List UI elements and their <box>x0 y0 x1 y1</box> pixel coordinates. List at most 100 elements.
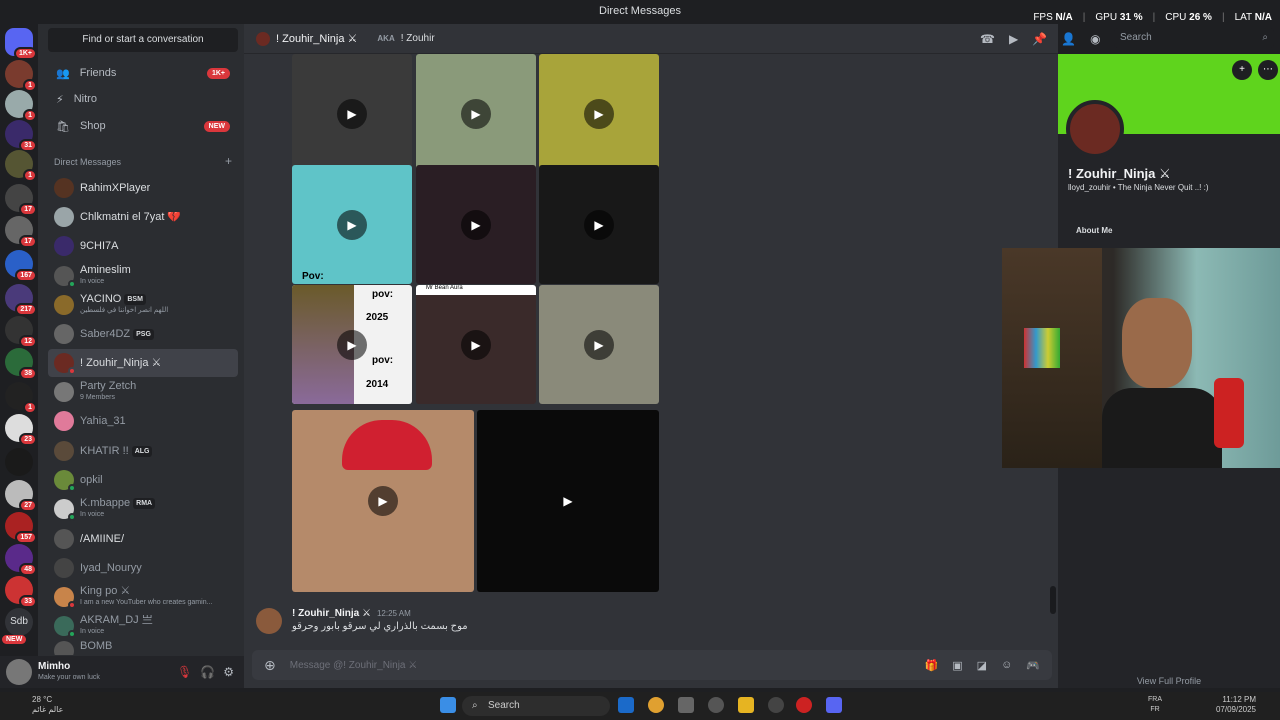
play-icon[interactable]: ▶ <box>461 329 491 360</box>
settings-icon[interactable]: ⚙ <box>223 665 234 679</box>
video-attachment[interactable]: Mr Bean Aura ▶ <box>416 285 536 404</box>
message-composer[interactable]: ⊕ Message @! Zouhir_Ninja ⚔ 🎁 ▣ ◪ ☺ 🎮 <box>252 650 1052 680</box>
discord-icon[interactable] <box>826 697 842 713</box>
avatar[interactable] <box>6 659 32 685</box>
profile-avatar[interactable] <box>1066 100 1124 158</box>
video-icon[interactable]: ▶ <box>1009 32 1018 46</box>
play-icon[interactable]: ▶ <box>337 209 367 240</box>
search-input[interactable]: Search ⌕ <box>1114 28 1274 48</box>
server-icon[interactable]: 38 <box>5 348 37 380</box>
steam-icon[interactable] <box>618 697 634 713</box>
server-icon[interactable]: 33 <box>5 576 37 608</box>
play-icon[interactable]: ▶ <box>584 98 614 129</box>
server-sdb[interactable]: Sdb <box>5 608 33 636</box>
server-icon[interactable]: 17 <box>5 184 37 216</box>
server-icon[interactable]: 31 <box>5 120 37 152</box>
app-icon[interactable] <box>768 697 784 713</box>
dm-item[interactable]: Party Zetch 9 Members <box>48 378 238 406</box>
view-full-profile-link[interactable]: View Full Profile <box>1058 676 1280 686</box>
emoji-icon[interactable]: ☺ <box>1001 659 1012 672</box>
nav-nitro[interactable]: ⚡ Nitro <box>48 86 238 112</box>
dm-item[interactable]: AKRAM_DJ 亗 In voice <box>48 612 238 640</box>
video-attachment[interactable]: ▶ <box>416 54 536 173</box>
play-icon[interactable]: ▶ <box>337 329 367 360</box>
play-icon[interactable]: ▶ <box>553 486 583 516</box>
dm-item[interactable]: Chlkmatni el 7yat 💔 <box>48 203 238 231</box>
language-indicator[interactable]: FRA FR <box>1148 695 1162 715</box>
file-explorer-icon[interactable] <box>738 697 754 713</box>
server-icon[interactable]: 27 <box>5 480 37 512</box>
server-icon[interactable]: 167 <box>5 250 37 282</box>
dm-item[interactable]: BOMB <box>48 641 238 655</box>
pin-icon[interactable]: 📌 <box>1032 32 1047 46</box>
play-icon[interactable]: ▶ <box>584 209 614 240</box>
chrome-icon[interactable] <box>648 697 664 713</box>
dm-item[interactable]: KHATIR !! ALG <box>48 437 238 465</box>
server-icon[interactable]: 1 <box>5 382 37 414</box>
dm-item-active[interactable]: ! Zouhir_Ninja ⚔ <box>48 349 238 377</box>
play-icon[interactable]: ▶ <box>461 209 491 240</box>
clock[interactable]: 11:12 PM 07/09/2025 <box>1216 695 1256 715</box>
server-icon[interactable]: 217 <box>5 284 37 316</box>
dm-item[interactable]: Iyad_Nouryy <box>48 554 238 582</box>
opera-icon[interactable] <box>796 697 812 713</box>
dm-item[interactable]: Saber4DZ PSG <box>48 320 238 348</box>
dm-item[interactable]: YACINO BSM اللهم انصر اخواننا في فلسطين <box>48 291 238 319</box>
video-attachment[interactable]: ▶ <box>539 165 659 284</box>
video-attachment[interactable]: ▶ <box>477 410 659 592</box>
play-icon[interactable]: ▶ <box>337 98 367 129</box>
server-icon[interactable]: 1 <box>5 90 37 122</box>
server-icon[interactable]: 48 <box>5 544 37 576</box>
gift-icon[interactable]: 🎁 <box>925 659 939 672</box>
server-icon[interactable]: 23 <box>5 414 37 446</box>
mute-icon[interactable]: 🎙 <box>177 665 192 679</box>
server-icon[interactable]: 12 <box>5 316 37 348</box>
video-attachment[interactable]: ▶ <box>539 285 659 404</box>
add-attachment-icon[interactable]: ⊕ <box>264 657 276 674</box>
server-icon[interactable] <box>5 448 33 476</box>
phone-icon[interactable]: ☎ <box>980 32 995 46</box>
dm-item[interactable]: King po ⚔ I am a new YouTuber who creates… <box>48 583 238 611</box>
dm-item[interactable]: K.mbappe RMA In voice <box>48 495 238 523</box>
discord-home-icon[interactable]: 1K+ <box>5 28 37 60</box>
dm-item[interactable]: Yahia_31 <box>48 407 238 435</box>
video-attachment[interactable]: ▶ <box>416 165 536 284</box>
dm-item[interactable]: 9CHI7A <box>48 232 238 260</box>
dm-item[interactable]: RahimXPlayer <box>48 174 238 202</box>
play-icon[interactable]: ▶ <box>584 329 614 360</box>
app-icon[interactable] <box>678 697 694 713</box>
video-attachment[interactable]: Pov: ▶ <box>292 165 412 284</box>
activity-icon[interactable]: 🎮 <box>1026 659 1040 672</box>
nav-shop[interactable]: 🛍 Shop NEW <box>48 113 238 139</box>
add-friend-icon[interactable]: + <box>1232 60 1252 80</box>
add-friend-icon[interactable]: 👤 <box>1061 32 1076 46</box>
nav-friends[interactable]: 👥 Friends 1K+ <box>48 60 238 86</box>
message-author[interactable]: ! Zouhir_Ninja ⚔ <box>292 608 371 619</box>
scrollbar[interactable] <box>1050 586 1056 614</box>
server-icon[interactable]: 157 <box>5 512 37 544</box>
dm-item[interactable]: /AMIINE/ <box>48 525 238 553</box>
gif-icon[interactable]: ▣ <box>952 659 962 672</box>
chatgpt-icon[interactable] <box>708 697 724 713</box>
video-attachment[interactable]: pov: 2025 pov: 2014 ▶ <box>292 285 412 404</box>
deafen-icon[interactable]: 🎧 <box>200 665 215 679</box>
find-conversation-button[interactable]: Find or start a conversation <box>48 28 238 52</box>
video-attachment[interactable]: ▶ <box>539 54 659 173</box>
windows-start-icon[interactable] <box>440 697 456 713</box>
server-icon[interactable]: 1 <box>5 60 37 92</box>
server-icon[interactable]: 1 <box>5 150 37 182</box>
video-attachment[interactable]: ▶ <box>292 410 474 592</box>
profile-toggle-icon[interactable]: ◉ <box>1090 32 1100 46</box>
play-icon[interactable]: ▶ <box>368 486 398 516</box>
more-options-icon[interactable]: ⋯ <box>1258 60 1278 80</box>
server-icon[interactable]: 17 <box>5 216 37 248</box>
avatar[interactable] <box>256 608 282 634</box>
dm-item[interactable]: opkil <box>48 466 238 494</box>
taskbar-search[interactable]: ⌕ Search <box>462 696 610 716</box>
weather-widget[interactable]: 28 °C عالم غائم <box>32 695 63 715</box>
video-attachment[interactable]: ▶ <box>292 54 412 173</box>
message-input[interactable]: Message @! Zouhir_Ninja ⚔ <box>290 660 418 671</box>
play-icon[interactable]: ▶ <box>461 98 491 129</box>
create-dm-icon[interactable]: + <box>225 155 232 167</box>
sticker-icon[interactable]: ◪ <box>977 659 987 672</box>
